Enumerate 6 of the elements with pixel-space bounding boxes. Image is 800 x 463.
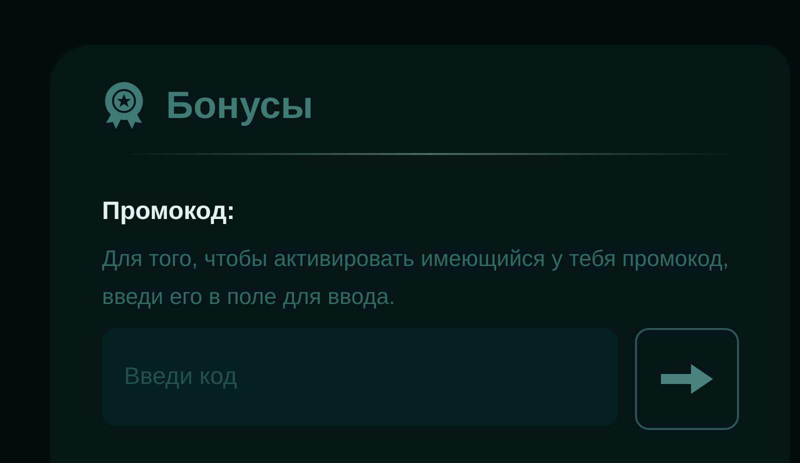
promo-label: Промокод: <box>102 199 236 224</box>
card-title: Бонусы <box>166 87 314 125</box>
submit-button[interactable] <box>635 328 739 430</box>
arrow-right-icon <box>661 364 713 394</box>
award-ribbon-icon <box>102 81 146 131</box>
promo-description: Для того, чтобы активировать имеющийся у тебя промокод, введи его в поле для ввода. <box>102 245 730 311</box>
